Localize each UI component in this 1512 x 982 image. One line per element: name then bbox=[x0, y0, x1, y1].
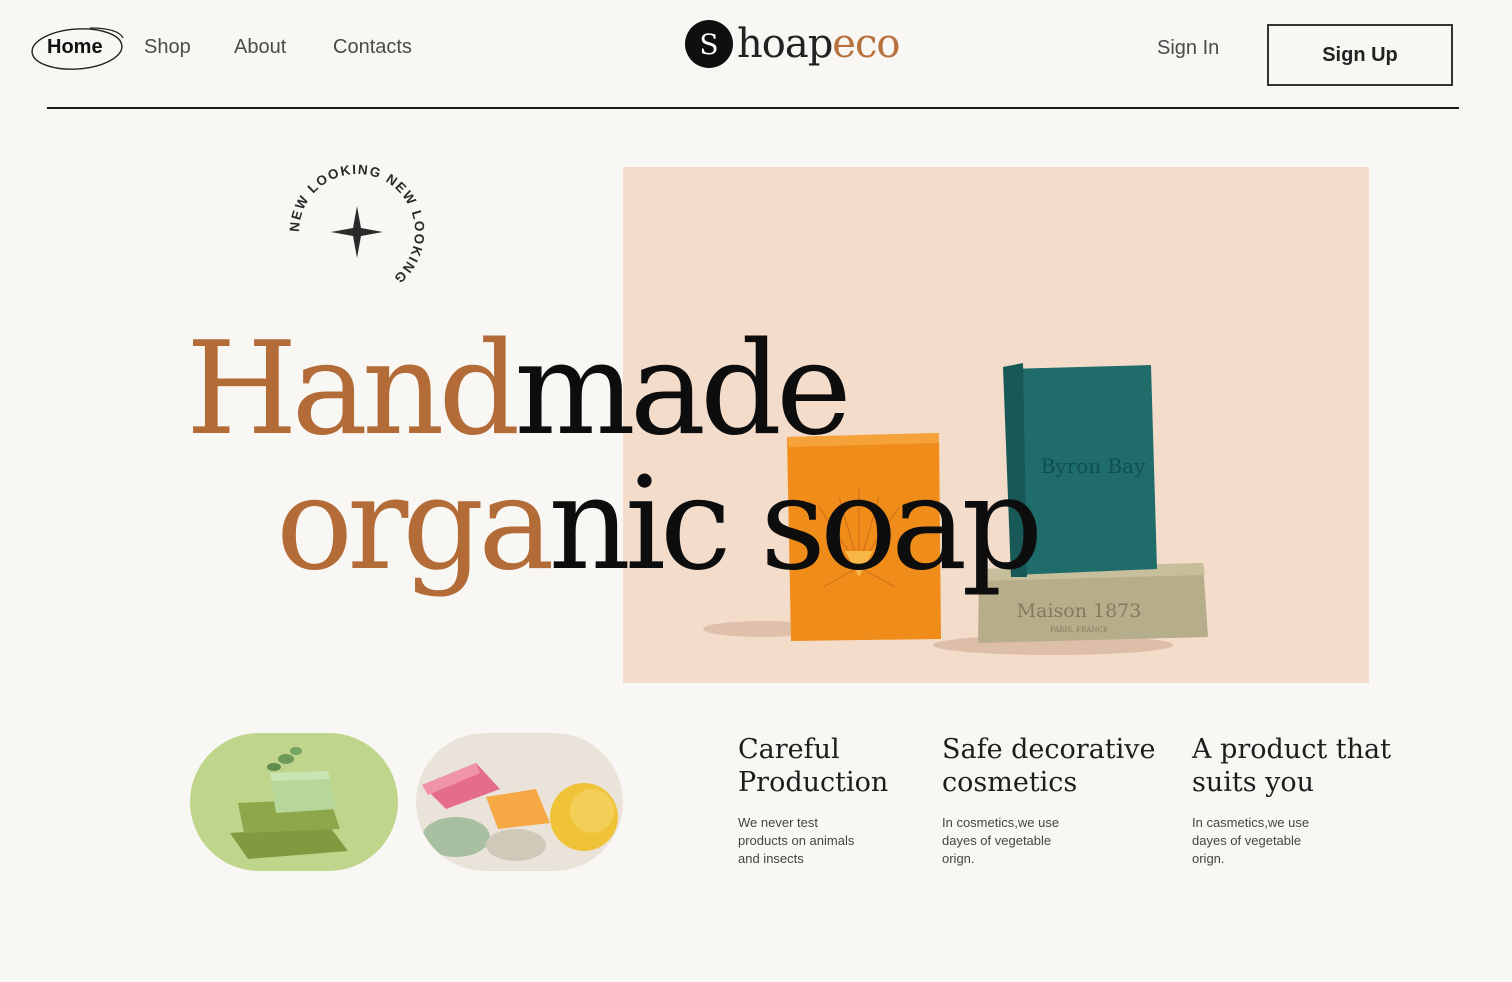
feature-text-line: orign. bbox=[1192, 851, 1225, 866]
feature-text-line: dayes of vegetable bbox=[942, 833, 1052, 848]
soap-label-byron-bay: Byron Bay bbox=[1041, 454, 1146, 478]
feature-text-safe: In cosmetics,we use dayes of vegetable o… bbox=[942, 814, 1059, 868]
feature-title-suits: A product that suits you bbox=[1192, 733, 1391, 799]
nav-home[interactable]: Home bbox=[47, 36, 103, 59]
feature-title-safe: Safe decorative cosmetics bbox=[942, 733, 1156, 799]
headline-accent-1: Hand bbox=[186, 315, 520, 464]
feature-text-careful: We never test products on animals and in… bbox=[738, 814, 854, 868]
feature-title-line: cosmetics bbox=[942, 767, 1078, 798]
feature-text-line: and insects bbox=[738, 851, 804, 866]
feature-text-line: We never test bbox=[738, 815, 818, 830]
feature-title-line: suits you bbox=[1192, 767, 1315, 798]
feature-text-suits: In casmetics,we use dayes of vegetable o… bbox=[1192, 814, 1309, 868]
nav-about[interactable]: About bbox=[234, 36, 286, 59]
soap-label-maison: Maison 1873 bbox=[1017, 600, 1142, 622]
logo-badge: S bbox=[685, 20, 733, 68]
feature-text-line: In cosmetics,we use bbox=[942, 815, 1060, 830]
green-soap-image bbox=[230, 747, 348, 859]
sparkle-icon bbox=[331, 206, 383, 258]
product-thumbnail-assorted[interactable] bbox=[416, 733, 623, 871]
sign-up-button[interactable]: Sign Up bbox=[1267, 24, 1453, 86]
soap-label-paris: PARIS, FRANCE bbox=[1050, 626, 1108, 634]
sign-in-link[interactable]: Sign In bbox=[1157, 37, 1219, 60]
logo-text-dark: hoap bbox=[737, 21, 833, 67]
hero-headline-line1: Handmade bbox=[186, 315, 852, 464]
feature-title-line: Careful bbox=[738, 734, 840, 765]
feature-text-line: orign. bbox=[942, 851, 975, 866]
logo-text-accent: eco bbox=[832, 21, 900, 67]
logo-initial: S bbox=[699, 27, 719, 61]
feature-title-line: Production bbox=[738, 767, 889, 798]
product-thumbnail-green[interactable] bbox=[190, 733, 398, 871]
feature-text-line: dayes of vegetable bbox=[1192, 833, 1302, 848]
nav-contacts[interactable]: Contacts bbox=[333, 36, 412, 59]
hero-headline-line2: organic soap bbox=[276, 450, 1044, 599]
assorted-soap-image bbox=[422, 763, 618, 861]
headline-accent-2: orga bbox=[276, 450, 554, 599]
feature-text-line: products on animals bbox=[738, 833, 855, 848]
headline-dark-2: nic soap bbox=[548, 450, 1044, 599]
feature-text-line: In casmetics,we use bbox=[1192, 815, 1310, 830]
new-looking-badge: NEW LOOKING NEW LOOKING bbox=[287, 162, 426, 287]
feature-title-line: A product that bbox=[1192, 734, 1391, 765]
feature-title-line: Safe decorative bbox=[942, 734, 1156, 765]
header-divider bbox=[47, 107, 1459, 109]
brand-logo[interactable]: S hoap eco bbox=[685, 18, 900, 70]
headline-dark-1: made bbox=[514, 315, 851, 464]
nav-shop[interactable]: Shop bbox=[144, 36, 191, 59]
feature-title-careful: Careful Production bbox=[738, 733, 888, 799]
